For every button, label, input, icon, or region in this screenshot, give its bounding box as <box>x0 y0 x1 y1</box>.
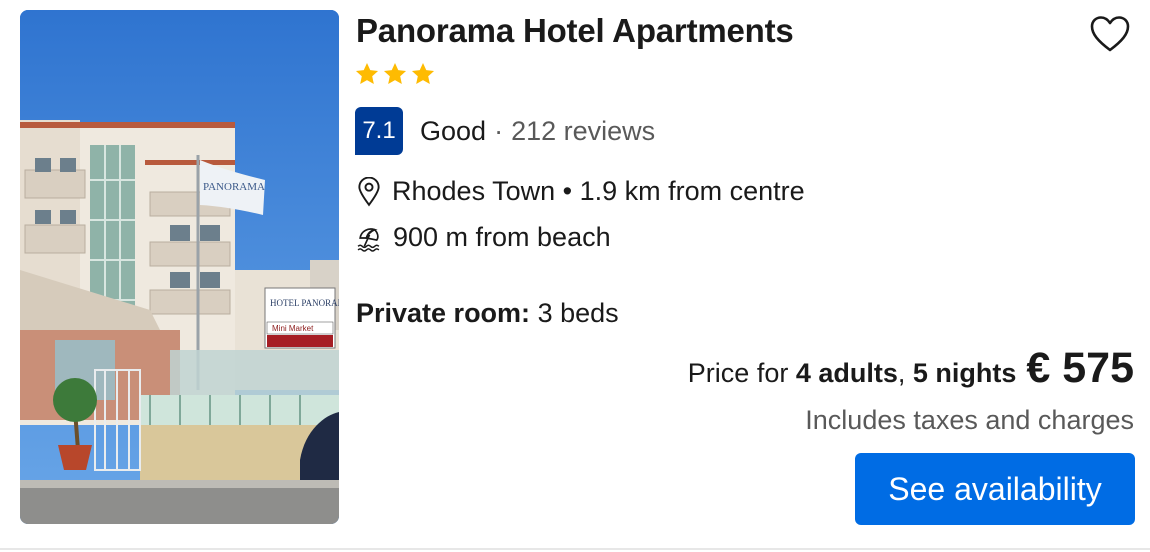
star-icon <box>411 62 435 84</box>
star-rating <box>354 61 436 87</box>
flag-sign-text: PANORAMA <box>203 181 265 193</box>
star-icon <box>355 62 379 84</box>
adults-count: 4 adults <box>795 358 898 388</box>
see-availability-button[interactable]: See availability <box>855 453 1135 525</box>
star-icon <box>383 62 407 84</box>
location-row[interactable]: Rhodes Town • 1.9 km from centre <box>356 176 805 207</box>
shop-sign-text: Mini Market <box>272 324 314 333</box>
review-score-badge: 7.1 <box>355 107 403 155</box>
room-type-label: Private room: <box>356 298 531 328</box>
total-price: € 575 <box>1026 344 1134 392</box>
room-info: Private room: 3 beds <box>356 298 619 329</box>
price-line: Price for 4 adults, 5 nights € 575 <box>688 344 1134 393</box>
review-score-word: Good <box>420 115 487 146</box>
hotel-name[interactable]: Panorama Hotel Apartments <box>356 12 794 50</box>
map-pin-icon <box>358 176 380 206</box>
review-score-row[interactable]: 7.1 Good · 212 reviews <box>355 107 655 155</box>
building-sign-text: HOTEL PANORAMA <box>270 298 339 308</box>
heart-icon[interactable] <box>1088 14 1134 58</box>
beach-umbrella-icon <box>357 227 380 252</box>
price-for-label: Price for 4 adults, 5 nights <box>687 358 1017 388</box>
hotel-photo[interactable]: PANORAMA HOTEL PANORAMA Mini Market <box>20 10 339 524</box>
location-text: Rhodes Town • 1.9 km from centre <box>392 176 805 206</box>
card-divider <box>0 548 1150 550</box>
separator-dot: · <box>494 115 504 146</box>
room-beds: 3 beds <box>530 298 619 328</box>
taxes-note: Includes taxes and charges <box>805 405 1134 435</box>
beach-distance-row: 900 m from beach <box>356 222 611 253</box>
review-count: 212 reviews <box>511 115 656 146</box>
property-card: PANORAMA HOTEL PANORAMA Mini Market <box>0 0 1150 548</box>
nights-count: 5 nights <box>912 358 1017 388</box>
beach-distance-text: 900 m from beach <box>393 222 611 252</box>
